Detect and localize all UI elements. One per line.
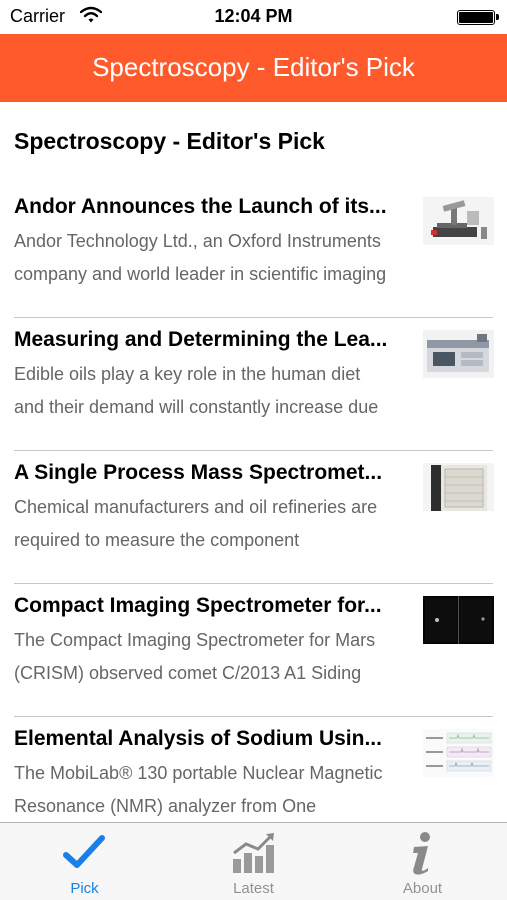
article-summary: Andor Technology Ltd., an Oxford Instrum… — [14, 225, 414, 291]
article-summary-line: (CRISM) observed comet C/2013 A1 Siding — [14, 663, 362, 683]
comet-images-thumbnail — [423, 596, 494, 644]
status-bar: Carrier 12:04 PM — [0, 0, 507, 34]
tab-about[interactable]: About — [338, 823, 507, 900]
tab-label: Latest — [233, 880, 274, 897]
status-time: 12:04 PM — [214, 6, 293, 26]
info-icon — [413, 832, 430, 875]
nmr-spectra-thumbnail — [423, 729, 494, 777]
article-row[interactable]: A Single Process Mass Spectromet... Chem… — [0, 451, 507, 584]
article-row[interactable]: Compact Imaging Spectrometer for... The … — [0, 584, 507, 717]
checkmark-icon — [63, 835, 105, 868]
microscope-thumbnail — [423, 197, 494, 245]
bar-chart-trend-icon — [233, 833, 274, 873]
article-row[interactable]: Measuring and Determining the Lea... Edi… — [0, 318, 507, 451]
article-summary-line: company and world leader in scientific i… — [14, 264, 387, 284]
nav-bar: Spectroscopy - Editor's Pick — [0, 34, 507, 102]
spectrometer-instrument-thumbnail — [423, 330, 494, 378]
article-summary-line: Resonance (NMR) analyzer from One — [14, 796, 317, 816]
article-title: Measuring and Determining the Lea... — [14, 328, 388, 351]
tab-label: About — [402, 880, 443, 897]
article-summary-line: required to measure the component — [14, 530, 300, 550]
article-summary-line: Edible oils play a key role in the human… — [14, 364, 361, 384]
article-title: A Single Process Mass Spectromet... — [14, 461, 383, 484]
article-summary-line: and their demand will constantly increas… — [14, 397, 379, 417]
article-row[interactable]: Elemental Analysis of Sodium Usin... The… — [0, 717, 507, 822]
article-row[interactable]: Andor Announces the Launch of its... And… — [0, 185, 507, 318]
mass-spectrometer-cabinet-thumbnail — [423, 463, 494, 511]
tab-bar: Pick Latest About — [0, 822, 507, 900]
article-list: Andor Announces the Launch of its... And… — [0, 185, 507, 822]
article-title: Elemental Analysis of Sodium Usin... — [14, 727, 382, 750]
article-summary: The Compact Imaging Spectrometer for Mar… — [14, 624, 414, 690]
article-title: Andor Announces the Launch of its... — [14, 195, 387, 218]
battery-icon — [457, 10, 499, 25]
article-summary-line: The Compact Imaging Spectrometer for Mar… — [14, 630, 376, 650]
tab-label: Pick — [70, 880, 99, 897]
article-title: Compact Imaging Spectrometer for... — [14, 594, 382, 617]
tab-pick[interactable]: Pick — [0, 823, 169, 900]
tab-latest[interactable]: Latest — [169, 823, 338, 900]
article-summary: Edible oils play a key role in the human… — [14, 358, 414, 424]
article-summary-line: Chemical manufacturers and oil refinerie… — [14, 497, 378, 517]
article-summary: Chemical manufacturers and oil refinerie… — [14, 491, 414, 557]
article-summary-line: Andor Technology Ltd., an Oxford Instrum… — [14, 231, 381, 251]
nav-title: Spectroscopy - Editor's Pick — [92, 52, 415, 82]
article-summary-line: The MobiLab® 130 portable Nuclear Magnet… — [14, 763, 383, 783]
article-summary: The MobiLab® 130 portable Nuclear Magnet… — [14, 757, 414, 822]
section-heading: Spectroscopy - Editor's Pick — [14, 128, 325, 154]
article-list-view[interactable]: Spectroscopy - Editor's Pick Andor Annou… — [0, 102, 507, 822]
